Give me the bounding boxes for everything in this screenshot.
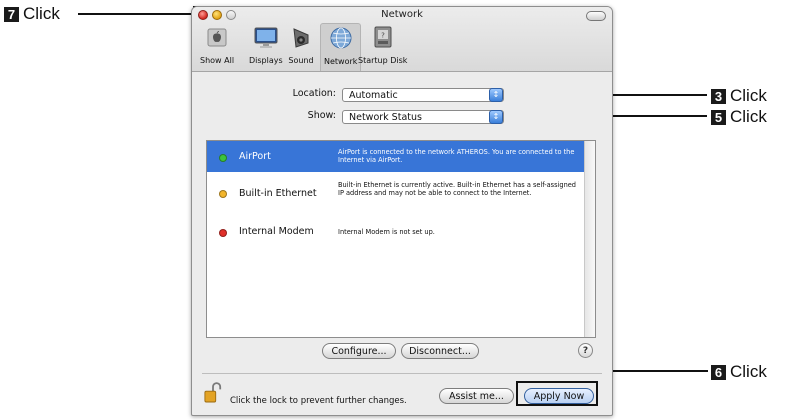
location-label: Location:	[292, 88, 336, 99]
callout-7: 7 Click	[4, 4, 60, 24]
toolbar-displays[interactable]: Displays	[249, 25, 283, 65]
step-instruction: Click	[730, 107, 767, 126]
toolbar-label: Displays	[249, 56, 283, 65]
step-number: 6	[711, 364, 726, 380]
step-number: 7	[4, 6, 19, 22]
location-value: Automatic	[349, 90, 398, 101]
configure-button[interactable]: Configure...	[322, 343, 396, 359]
port-name: AirPort	[239, 151, 271, 162]
toolbar-sound[interactable]: Sound	[288, 25, 314, 65]
show-popup[interactable]: Network Status ↕	[342, 110, 504, 124]
callout-line	[598, 370, 708, 372]
lock-message: Click the lock to prevent further change…	[230, 396, 407, 406]
port-name: Built-in Ethernet	[239, 188, 317, 199]
status-green-icon	[219, 154, 227, 162]
callout-line	[78, 13, 192, 15]
assist-me-button[interactable]: Assist me...	[439, 388, 514, 404]
toolbar-startup-disk[interactable]: ? Startup Disk	[358, 25, 407, 65]
lock-icon[interactable]	[204, 381, 222, 405]
list-scrollbar[interactable]	[584, 141, 595, 337]
port-description: AirPort is connected to the network ATHE…	[338, 148, 575, 164]
show-value: Network Status	[349, 112, 422, 123]
chevron-updown-icon[interactable]: ↕	[489, 88, 503, 102]
toolbar-toggle-button[interactable]	[586, 11, 606, 21]
list-item-internal-modem[interactable]: Internal Modem Internal Modem is not set…	[207, 221, 584, 243]
highlight-apply-now	[516, 381, 598, 406]
apple-icon	[207, 28, 227, 47]
step-instruction: Click	[730, 362, 767, 381]
divider	[202, 373, 602, 374]
step-number: 3	[711, 88, 726, 104]
callout-6: 6 Click	[711, 362, 767, 382]
svg-text:?: ?	[381, 32, 385, 40]
step-instruction: Click	[730, 86, 767, 105]
port-name: Internal Modem	[239, 226, 314, 237]
show-label: Show:	[307, 110, 336, 121]
callout-3: 3 Click	[711, 86, 767, 106]
status-yellow-icon	[219, 190, 227, 198]
list-item-built-in-ethernet[interactable]: Built-in Ethernet Built-in Ethernet is c…	[207, 178, 584, 210]
port-description: Built-in Ethernet is currently active. B…	[338, 181, 576, 197]
globe-icon	[330, 27, 352, 49]
status-red-icon	[219, 229, 227, 237]
toolbar: Network Show All Displays Sound Network …	[192, 7, 612, 72]
window-title: Network	[381, 9, 423, 20]
port-description: Internal Modem is not set up.	[338, 228, 435, 236]
toolbar-label: Show All	[200, 56, 235, 65]
toolbar-network[interactable]: Network	[320, 23, 362, 71]
speaker-icon	[293, 28, 309, 48]
network-window: Network Show All Displays Sound Network …	[191, 6, 613, 416]
network-status-list[interactable]: AirPort AirPort is connected to the netw…	[206, 140, 596, 338]
chevron-updown-icon[interactable]: ↕	[489, 110, 503, 124]
step-instruction: Click	[23, 4, 60, 23]
disconnect-button[interactable]: Disconnect...	[401, 343, 479, 359]
location-popup[interactable]: Automatic ↕	[342, 88, 504, 102]
toolbar-label: Sound	[288, 56, 314, 65]
step-number: 5	[711, 109, 726, 125]
list-item-airport[interactable]: AirPort AirPort is connected to the netw…	[207, 141, 584, 172]
display-icon	[254, 27, 278, 48]
toolbar-label: Network	[324, 57, 358, 66]
toolbar-label: Startup Disk	[358, 56, 408, 65]
disk-icon: ?	[374, 26, 392, 48]
callout-5: 5 Click	[711, 107, 767, 127]
help-button[interactable]: ?	[578, 343, 593, 358]
toolbar-show-all[interactable]: Show All	[200, 25, 234, 65]
